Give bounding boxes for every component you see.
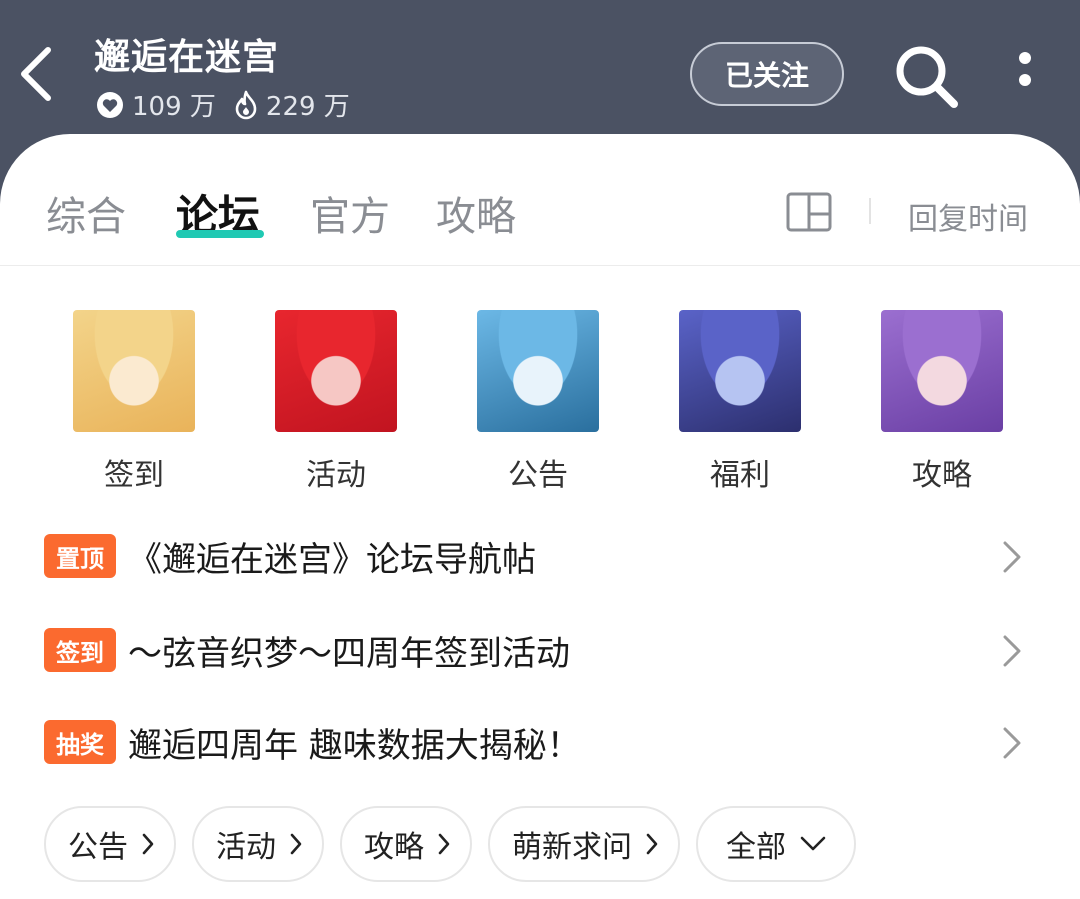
layout-grid-icon [786, 192, 832, 232]
dot-icon [1019, 74, 1031, 86]
tab-official[interactable]: 官方 [310, 184, 390, 242]
pinned-badge: 置顶 [44, 534, 116, 578]
heat-count: 229 万 [265, 92, 350, 122]
shortcut-events[interactable]: 活动 [256, 310, 416, 494]
chip-newbie-questions[interactable]: 萌新求问 [488, 806, 680, 882]
active-tab-indicator [176, 230, 264, 238]
shortcut-benefits[interactable]: 福利 [660, 310, 820, 494]
announcements-avatar [477, 310, 599, 432]
shortcut-announcements[interactable]: 公告 [458, 310, 618, 494]
guides-avatar [881, 310, 1003, 432]
dot-icon [1019, 52, 1031, 64]
heat-stat: 229 万 [234, 86, 350, 123]
shortcut-guides[interactable]: 攻略 [862, 310, 1022, 494]
chip-label: 公告 [68, 830, 128, 865]
shortcut-label: 签到 [104, 458, 164, 493]
tab-overview[interactable]: 综合 [46, 184, 126, 242]
post-title: ～弦音织梦～四周年签到活动 [128, 633, 570, 674]
shortcut-label: 活动 [306, 458, 366, 493]
chevron-right-icon [1003, 727, 1021, 759]
pinned-post[interactable]: 置顶 《邂逅在迷宫》论坛导航帖 [44, 526, 1034, 586]
divider [869, 198, 871, 224]
chip-events[interactable]: 活动 [192, 806, 324, 882]
category-filter-chips: 公告 活动 攻略 萌新求问 全部 [44, 806, 872, 882]
forum-content-card: 综合 论坛 官方 攻略 回复时间 签到 活动 公告 福利 攻略 置顶 《邂逅在迷… [0, 134, 1080, 899]
chip-label: 萌新求问 [512, 830, 632, 865]
heart-icon [97, 91, 123, 118]
shortcut-label: 公告 [508, 458, 568, 493]
search-icon [896, 46, 958, 108]
shortcut-label: 福利 [710, 458, 770, 493]
shortcut-checkin[interactable]: 签到 [54, 310, 214, 494]
sort-by-reply-time[interactable]: 回复时间 [908, 194, 1028, 238]
shortcut-label: 攻略 [912, 458, 972, 493]
chip-label: 活动 [216, 830, 276, 865]
likes-count: 109 万 [132, 92, 216, 122]
chevron-right-icon [290, 833, 302, 855]
lottery-post[interactable]: 抽奖 邂逅四周年 趣味数据大揭秘！ [44, 712, 1034, 772]
chevron-down-icon [800, 836, 826, 851]
chip-all-dropdown[interactable]: 全部 [696, 806, 856, 882]
back-button[interactable] [14, 42, 62, 106]
chevron-right-icon [142, 833, 154, 855]
events-avatar [275, 310, 397, 432]
chip-label: 全部 [726, 830, 786, 865]
chevron-right-icon [1003, 541, 1021, 573]
more-options-button[interactable] [1008, 46, 1042, 106]
chevron-right-icon [438, 833, 450, 855]
chip-guides[interactable]: 攻略 [340, 806, 472, 882]
post-title: 《邂逅在迷宫》论坛导航帖 [128, 539, 536, 580]
follow-button[interactable]: 已关注 [690, 42, 844, 106]
post-title: 邂逅四周年 趣味数据大揭秘！ [128, 725, 581, 766]
lottery-badge: 抽奖 [44, 720, 116, 764]
chip-announcements[interactable]: 公告 [44, 806, 176, 882]
checkin-badge: 签到 [44, 628, 116, 672]
shortcut-grid: 签到 活动 公告 福利 攻略 [0, 310, 1080, 493]
search-button[interactable] [890, 40, 962, 112]
chip-label: 攻略 [364, 830, 424, 865]
benefits-avatar [679, 310, 801, 432]
checkin-post[interactable]: 签到 ～弦音织梦～四周年签到活动 [44, 620, 1034, 680]
chevron-right-icon [1003, 635, 1021, 667]
checkin-avatar [73, 310, 195, 432]
flame-icon [235, 90, 257, 119]
section-tabs: 综合 论坛 官方 攻略 回复时间 [0, 134, 1080, 266]
tab-guides[interactable]: 攻略 [436, 184, 516, 242]
forum-stats: 109 万 229 万 [96, 86, 368, 123]
chevron-right-icon [646, 833, 658, 855]
likes-stat: 109 万 [96, 86, 216, 123]
chevron-left-icon [21, 47, 51, 101]
layout-toggle-button[interactable] [786, 192, 832, 232]
forum-title: 邂逅在迷宫 [94, 37, 280, 78]
